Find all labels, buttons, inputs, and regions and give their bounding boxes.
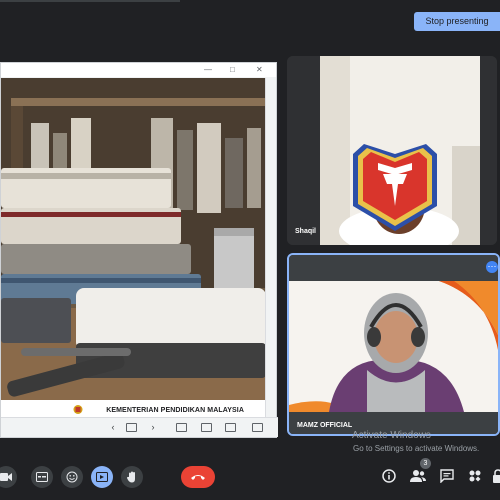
- participant-video-mamz: [289, 255, 498, 434]
- slide-navigation: ‹ ›: [1, 417, 278, 437]
- participant-tile-shaqil[interactable]: Shaqil: [287, 56, 497, 245]
- previous-slide-button[interactable]: ‹: [107, 422, 119, 433]
- raise-hand-button[interactable]: [121, 466, 143, 488]
- participant-name: MAMZ OFFICIAL: [297, 422, 353, 429]
- stop-presenting-button[interactable]: Stop presenting: [414, 12, 500, 31]
- emoji-icon: [66, 471, 78, 483]
- chat-button[interactable]: [439, 468, 455, 484]
- camera-button[interactable]: [0, 466, 17, 488]
- activities-icon: [469, 470, 481, 482]
- top-bar: Stop presenting: [0, 0, 500, 36]
- captions-icon: [36, 472, 48, 482]
- minimize-icon[interactable]: —: [204, 65, 212, 74]
- slideshow-icon[interactable]: [252, 423, 263, 432]
- window-titlebar: — □ ✕: [1, 63, 276, 77]
- vertical-scrollbar[interactable]: [265, 78, 276, 418]
- hand-icon: [127, 471, 135, 483]
- lock-icon: [493, 469, 500, 483]
- slide: KEMENTERIAN PENDIDIKAN MALAYSIA: [1, 78, 266, 418]
- people-count-badge: 3: [420, 458, 431, 469]
- close-icon[interactable]: ✕: [256, 65, 263, 74]
- presentation-window: — □ ✕ KEMENTERIAN PENDIDIKAN MALAYSIA ‹ …: [0, 62, 278, 438]
- participant-video-shaqil: [287, 56, 497, 245]
- activate-windows-subtitle: Go to Settings to activate Windows.: [353, 444, 480, 453]
- ministry-text: KEMENTERIAN PENDIDIKAN MALAYSIA: [106, 407, 244, 414]
- activities-button[interactable]: [467, 468, 483, 484]
- present-button[interactable]: [91, 466, 113, 488]
- more-options-icon[interactable]: ⋯: [486, 261, 498, 273]
- slide-books-image: [1, 78, 266, 400]
- reading-view-icon[interactable]: [225, 423, 236, 432]
- slide-grid-icon[interactable]: [126, 423, 137, 432]
- participant-tile-mamz[interactable]: ⋯ MAMZ OFFICIAL: [287, 253, 500, 436]
- chat-icon: [440, 469, 454, 483]
- info-icon: [382, 469, 396, 483]
- slide-sorter-icon[interactable]: [201, 423, 212, 432]
- normal-view-icon[interactable]: [176, 423, 187, 432]
- participant-name: Shaqil: [295, 228, 317, 235]
- people-button[interactable]: [410, 468, 426, 484]
- ministry-crest-icon: [73, 405, 83, 414]
- meeting-details-button[interactable]: [381, 468, 397, 484]
- end-call-button[interactable]: [181, 466, 215, 488]
- activate-windows-title: Activate Windows: [352, 430, 431, 441]
- maximize-icon[interactable]: □: [230, 65, 235, 74]
- people-icon: [410, 470, 426, 482]
- present-icon: [96, 472, 108, 482]
- emoji-button[interactable]: [61, 466, 83, 488]
- camera-icon: [0, 473, 12, 481]
- host-controls-button[interactable]: [490, 468, 500, 484]
- top-divider: [0, 0, 180, 2]
- slide-footer: KEMENTERIAN PENDIDIKAN MALAYSIA: [1, 400, 266, 418]
- end-call-icon: [191, 475, 205, 480]
- next-slide-button[interactable]: ›: [147, 422, 159, 433]
- captions-button[interactable]: [31, 466, 53, 488]
